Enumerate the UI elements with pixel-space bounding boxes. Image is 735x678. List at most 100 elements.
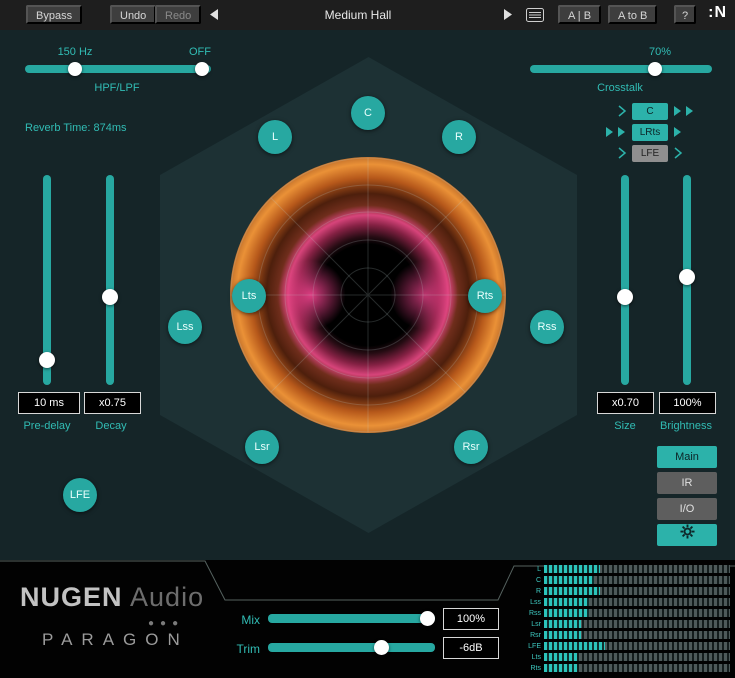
routing-button-c[interactable]: C	[632, 103, 668, 120]
meter-row: Rsr	[520, 630, 730, 640]
meter-row: C	[520, 575, 730, 585]
route-out-chevron-icon[interactable]	[672, 104, 714, 118]
meter-label: C	[520, 577, 544, 584]
predelay-fader-handle[interactable]	[39, 352, 55, 368]
route-out-chevron-icon[interactable]	[672, 146, 714, 160]
meter-bar	[544, 565, 730, 573]
channel-node-lsr[interactable]: Lsr	[245, 430, 279, 464]
polar-grid	[230, 157, 506, 433]
routing-button-lrts[interactable]: LRts	[632, 124, 668, 141]
meter-row: L	[520, 564, 730, 574]
trim-slider-track[interactable]	[268, 643, 435, 652]
channel-node-lts[interactable]: Lts	[232, 279, 266, 313]
routing-row-c: C	[583, 102, 717, 120]
reverb-visualization	[230, 157, 506, 433]
lpf-slider-handle[interactable]	[195, 62, 209, 76]
preset-list-icon[interactable]	[526, 8, 544, 27]
meter-bar	[544, 576, 730, 584]
meter-bar	[544, 587, 730, 595]
brand-logo: NUGEN Audio	[20, 582, 204, 613]
meter-label: Rsr	[520, 632, 544, 639]
redo-button[interactable]: Redo	[155, 5, 201, 24]
meter-label: Lsr	[520, 621, 544, 628]
brightness-fader-handle[interactable]	[679, 269, 695, 285]
top-bar: Bypass Undo Redo Medium Hall A | B A to …	[0, 0, 735, 30]
next-preset-icon[interactable]	[502, 8, 514, 26]
io-view-button[interactable]: I/O	[657, 498, 717, 520]
preset-name[interactable]: Medium Hall	[268, 0, 448, 30]
mix-slider-track[interactable]	[268, 614, 435, 623]
meter-label: L	[520, 566, 544, 573]
decay-value-box[interactable]: x0.75	[84, 392, 141, 414]
routing-button-lfe[interactable]: LFE	[632, 145, 668, 162]
meter-row: R	[520, 586, 730, 596]
route-in-chevron-icon[interactable]	[586, 104, 628, 118]
main-view-button[interactable]: Main	[657, 446, 717, 468]
predelay-fader-track[interactable]	[43, 175, 51, 385]
crosstalk-slider-handle[interactable]	[648, 62, 662, 76]
main-panel: C L R Lts Rts Lss Rss Lsr Rsr LFE 150 Hz…	[0, 30, 735, 560]
channel-node-rsr[interactable]: Rsr	[454, 430, 488, 464]
meter-label: Lts	[520, 654, 544, 661]
previous-preset-icon[interactable]	[208, 8, 220, 26]
size-fader-track[interactable]	[621, 175, 629, 385]
meter-row: LFE	[520, 641, 730, 651]
channel-node-rts[interactable]: Rts	[468, 279, 502, 313]
mix-slider-handle[interactable]	[420, 611, 435, 626]
routing-row-lfe: LFE	[583, 144, 717, 162]
meter-row: Lts	[520, 652, 730, 662]
hpf-lpf-slider-track[interactable]	[25, 65, 211, 73]
channel-node-c[interactable]: C	[351, 96, 385, 130]
route-in-chevron-icon[interactable]	[586, 146, 628, 160]
meter-row: Lsr	[520, 619, 730, 629]
hpf-slider-handle[interactable]	[68, 62, 82, 76]
trim-slider-handle[interactable]	[374, 640, 389, 655]
hpf-lpf-caption: HPF/LPF	[80, 82, 154, 94]
size-fader-handle[interactable]	[617, 289, 633, 305]
output-meters: L C R Lss Rss Lsr	[520, 564, 730, 676]
meter-row: Rts	[520, 663, 730, 673]
channel-node-lss[interactable]: Lss	[168, 310, 202, 344]
size-value-box[interactable]: x0.70	[597, 392, 654, 414]
brightness-value-box[interactable]: 100%	[659, 392, 716, 414]
a-to-b-button[interactable]: A to B	[608, 5, 657, 24]
decay-fader-handle[interactable]	[102, 289, 118, 305]
trim-caption: Trim	[218, 642, 260, 656]
reverb-time-readout: Reverb Time: 874ms	[25, 122, 126, 134]
predelay-value-box[interactable]: 10 ms	[18, 392, 80, 414]
product-name: PARAGON	[42, 630, 189, 650]
brightness-caption: Brightness	[650, 420, 722, 432]
meter-bar	[544, 609, 730, 617]
meter-label: R	[520, 588, 544, 595]
brand-name: NUGEN	[20, 582, 123, 612]
channel-node-rss[interactable]: Rss	[530, 310, 564, 344]
route-in-chevron-icon[interactable]	[586, 125, 628, 139]
ab-compare-button[interactable]: A | B	[558, 5, 601, 24]
channel-node-l[interactable]: L	[258, 120, 292, 154]
bypass-button[interactable]: Bypass	[26, 5, 82, 24]
decay-caption: Decay	[76, 420, 146, 432]
channel-node-r[interactable]: R	[442, 120, 476, 154]
nugen-logo: :N	[708, 4, 727, 22]
brightness-fader-track[interactable]	[683, 175, 691, 385]
trim-value-box[interactable]: -6dB	[443, 637, 499, 659]
lpf-value-label: OFF	[172, 46, 228, 58]
help-button[interactable]: ?	[674, 5, 696, 24]
undo-button[interactable]: Undo	[110, 5, 156, 24]
meter-bar	[544, 642, 730, 650]
meter-label: Rts	[520, 665, 544, 672]
meter-bar	[544, 631, 730, 639]
meter-bar	[544, 664, 730, 672]
settings-button[interactable]	[657, 524, 717, 546]
paragon-window: Bypass Undo Redo Medium Hall A | B A to …	[0, 0, 735, 678]
route-out-chevron-icon[interactable]	[672, 125, 714, 139]
mix-value-box[interactable]: 100%	[443, 608, 499, 630]
meter-row: Lss	[520, 597, 730, 607]
ir-view-button[interactable]: IR	[657, 472, 717, 494]
meter-label: LFE	[520, 643, 544, 650]
decay-fader-track[interactable]	[106, 175, 114, 385]
crosstalk-slider-track[interactable]	[530, 65, 712, 73]
lfe-node[interactable]: LFE	[63, 478, 97, 512]
crosstalk-value-label: 70%	[630, 46, 690, 58]
meter-bar	[544, 653, 730, 661]
